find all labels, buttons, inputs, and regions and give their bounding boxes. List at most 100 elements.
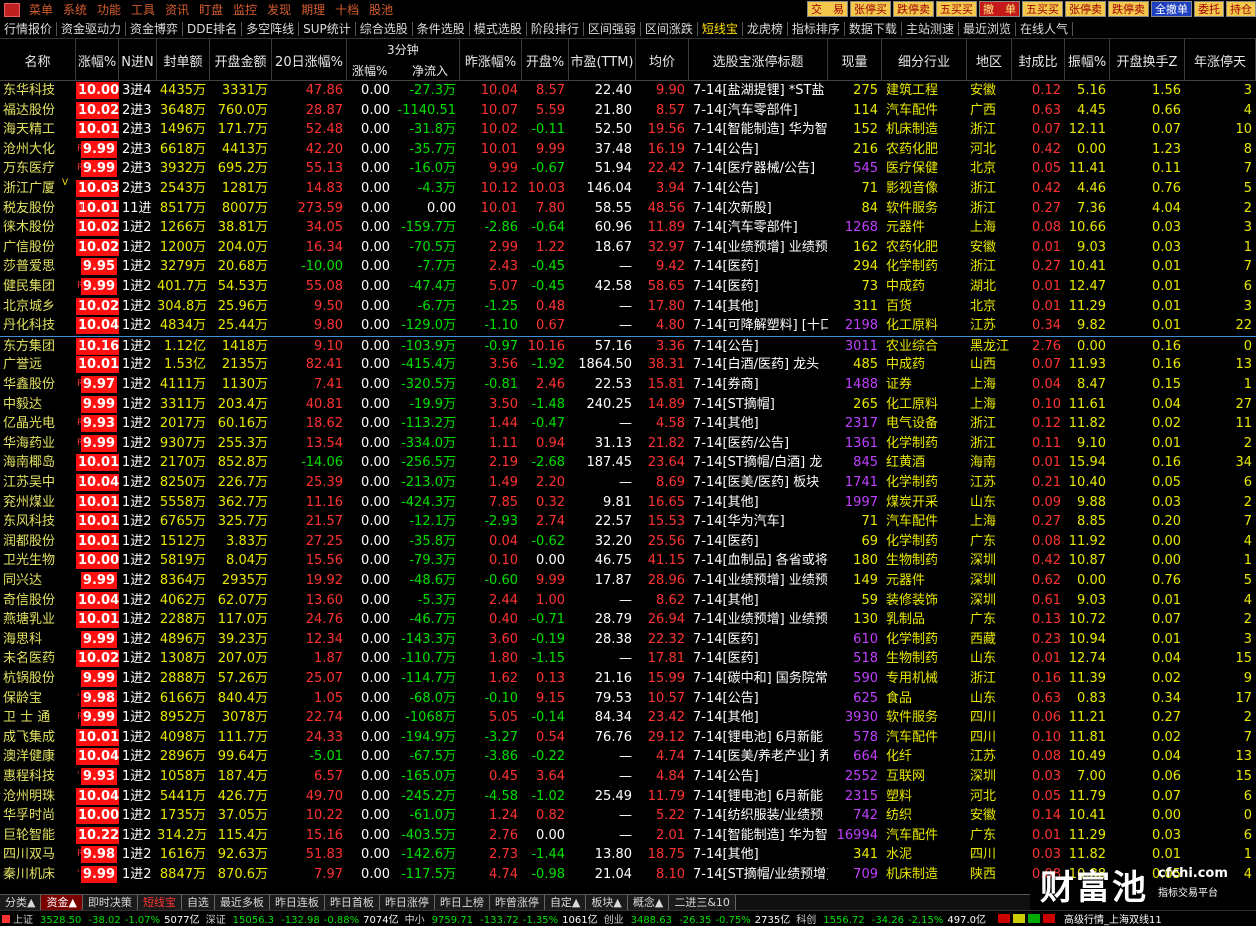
menu-item-2[interactable]: 功能 <box>92 1 126 18</box>
table-row[interactable]: 北京城乡 10.02 1进2 304.8万 25.96万 9.50 0.00 -6.7万 -1.… <box>0 297 1256 317</box>
column-header-n[interactable]: N进N <box>119 39 157 81</box>
table-row[interactable]: 卫光生物 10.00 1进2 5819万 8.04万 15.56 0.00 -79.3万 0.1… <box>0 551 1256 571</box>
table-row[interactable]: 成飞集成 10.01 1进2 4098万 111.7万 24.33 0.00 -194.9万 -… <box>0 728 1256 748</box>
bottom-tab-7[interactable]: 昨日首板 <box>324 895 380 910</box>
trade-button-5[interactable]: 五买买 <box>1022 1 1063 17</box>
column-header-chg20[interactable]: 20日涨幅% <box>272 39 347 81</box>
column-header-price[interactable]: 现量 <box>828 39 882 81</box>
table-row[interactable]: 江苏吴中 10.04 1进2 8250万 226.7万 25.39 0.00 -213.0万 1… <box>0 473 1256 493</box>
table-row[interactable]: 广誉远 10.01 1进2 1.53亿 2135万 82.41 0.00 -415.4万 3.5… <box>0 355 1256 375</box>
table-row[interactable]: 卫 士 通 9.99 1进2 8952万 3078万 22.74 0.00 -1068万 5.0… <box>0 708 1256 728</box>
table-row[interactable]: 华海药业 9.99 1进2 9307万 255.3万 13.54 0.00 -334.0万 1.… <box>0 434 1256 454</box>
column-header-industry[interactable]: 细分行业 <box>882 39 967 81</box>
column-header-seal[interactable]: 封单额 <box>157 39 210 81</box>
column-header-sealratio[interactable]: 封成比 <box>1012 39 1065 81</box>
func-tab-0[interactable]: 行情报价 <box>0 21 58 36</box>
bottom-tab-2[interactable]: 即时决策 <box>82 895 138 910</box>
func-tab-13[interactable]: 龙虎榜 <box>743 21 788 36</box>
column-header-mcap[interactable]: 市盈(TTM) <box>569 39 636 81</box>
server-status[interactable]: 高级行情_上海双线11 <box>1064 911 1162 926</box>
table-row[interactable]: 万东医疗 9.99 2进3 3932万 695.2万 55.13 0.00 -16.0万 9.9… <box>0 159 1256 179</box>
func-tab-3[interactable]: DDE排名 <box>183 21 243 36</box>
column-header-limitcnt[interactable]: 年涨停天 <box>1185 39 1256 81</box>
menu-item-10[interactable]: 股池 <box>364 1 398 18</box>
func-tab-18[interactable]: 在线人气 <box>1016 21 1073 36</box>
index-3[interactable]: 创业 3488.63 -26.35 -0.75% 2735亿 <box>604 911 791 926</box>
menu-item-5[interactable]: 盯盘 <box>194 1 228 18</box>
menu-item-4[interactable]: 资讯 <box>160 1 194 18</box>
table-row[interactable]: 同兴达 9.99 1进2 8364万 2935万 19.92 0.00 -48.6万 -0.60… <box>0 571 1256 591</box>
trade-button-4[interactable]: 撤 单 <box>979 1 1020 17</box>
bottom-tab-14[interactable]: 二进三&10 <box>669 895 736 910</box>
func-tab-17[interactable]: 最近浏览 <box>959 21 1016 36</box>
index-1[interactable]: 深证 15056.3 -132.98 -0.88% 7074亿 <box>206 911 399 926</box>
func-tab-5[interactable]: SUP统计 <box>299 21 356 36</box>
table-row[interactable]: 兖州煤业 10.01 1进2 5558万 362.7万 11.16 0.00 -424.3万 7… <box>0 493 1256 513</box>
table-row[interactable]: 莎普爱思 9.95 1进2 3279万 20.68万 -10.00 0.00 -7.7万 2.4… <box>0 257 1256 277</box>
table-row[interactable]: 中毅达 9.99 1进2 3311万 203.4万 40.81 0.00 -19.9万 3.50… <box>0 395 1256 415</box>
bottom-tab-8[interactable]: 昨日涨停 <box>379 895 435 910</box>
column-header-region[interactable]: 地区 <box>967 39 1012 81</box>
table-row[interactable]: 奇信股份 10.04 1进2 4062万 62.07万 13.60 0.00 -5.3万 2.4… <box>0 591 1256 611</box>
menu-item-0[interactable]: 菜单 <box>24 1 58 18</box>
bottom-tab-1[interactable]: 资金▲ <box>41 895 83 910</box>
func-tab-2[interactable]: 资金博弈 <box>126 21 184 36</box>
table-row[interactable]: 华鑫股份 9.97 1进2 4111万 1130万 7.41 0.00 -320.5万 -0.8… <box>0 375 1256 395</box>
trade-button-1[interactable]: 张停买 <box>850 1 891 17</box>
table-row[interactable]: 海南椰岛 10.01 1进2 2170万 852.8万 -14.06 0.00 -256.5万… <box>0 453 1256 473</box>
table-row[interactable]: 沧州明珠 10.04 1进2 5441万 426.7万 49.70 0.00 -245.2万 -… <box>0 787 1256 807</box>
table-row[interactable]: 福达股份 10.02 2进3 3648万 760.0万 28.87 0.00 -1140.51… <box>0 101 1256 121</box>
bottom-tab-13[interactable]: 概念▲ <box>627 895 670 910</box>
menu-item-3[interactable]: 工具 <box>126 1 160 18</box>
table-row[interactable]: 澳洋健康 10.04 1进2 2896万 99.64万 -5.01 0.00 -67.5万 -3… <box>0 747 1256 767</box>
bottom-tab-12[interactable]: 板块▲ <box>586 895 628 910</box>
column-header-amp[interactable]: 振幅% <box>1065 39 1110 81</box>
bottom-tab-0[interactable]: 分类▲ <box>0 895 42 910</box>
table-row[interactable]: 沧州大化 9.99 2进3 6618万 4413万 42.20 0.00 -35.7万 10.0… <box>0 140 1256 160</box>
table-row[interactable]: 惠程科技 9.93 1进2 1058万 187.4万 6.57 0.00 -165.0万 0.4… <box>0 767 1256 787</box>
trade-button-3[interactable]: 五买买 <box>936 1 977 17</box>
table-row[interactable]: 浙江广厦 10.03 2进3 2543万 1281万 14.83 0.00 -4.3万 10.1… <box>0 178 1256 199</box>
column-header-3min[interactable]: 3分钟 <box>387 41 419 58</box>
menu-item-1[interactable]: 系统 <box>58 1 92 18</box>
table-row[interactable]: 杭锅股份 9.99 1进2 2888万 57.26万 25.07 0.00 -114.7万 1.… <box>0 669 1256 689</box>
table-row[interactable]: 丹化科技 10.04 1进2 4834万 25.44万 9.80 0.00 -129.0万 -1… <box>0 316 1256 336</box>
bottom-tab-6[interactable]: 昨日连板 <box>269 895 325 910</box>
bottom-tab-3[interactable]: 短线宝 <box>137 895 182 910</box>
column-header-name[interactable]: 名称 <box>0 39 76 81</box>
table-row[interactable]: 巨轮智能 10.22 1进2 314.2万 115.4万 15.16 0.00 -403.5万… <box>0 826 1256 846</box>
column-header-open_amt[interactable]: 开盘金额 <box>210 39 272 81</box>
index-2[interactable]: 中小 9759.71 -133.72 -1.35% 1061亿 <box>405 911 598 926</box>
trade-button-9[interactable]: 委托 <box>1194 1 1224 17</box>
column-header-3min-flow[interactable]: 净流入 <box>412 62 448 79</box>
menu-item-8[interactable]: 期理 <box>296 1 330 18</box>
trade-button-2[interactable]: 跌停卖 <box>893 1 934 17</box>
table-row[interactable]: 燕塘乳业 10.01 1进2 2288万 117.0万 24.76 0.00 -46.7万 0.… <box>0 610 1256 630</box>
column-header-turn[interactable]: 开盘换手Z <box>1110 39 1185 81</box>
column-header-3min-chg[interactable]: 涨幅% <box>352 62 387 79</box>
index-4[interactable]: 科创 1556.72 -34.26 -2.15% 497.0亿 <box>796 911 986 926</box>
func-tab-1[interactable]: 资金驱动力 <box>57 21 127 36</box>
table-row[interactable]: 保龄宝 9.98 1进2 6166万 840.4万 1.05 0.00 -68.0万 -0.10… <box>0 689 1256 709</box>
column-header-openpct[interactable]: 开盘% <box>522 39 569 81</box>
bottom-tab-4[interactable]: 自选 <box>181 895 215 910</box>
func-tab-6[interactable]: 综合选股 <box>356 21 413 36</box>
func-tab-11[interactable]: 区间涨跌 <box>641 21 698 36</box>
bottom-tab-9[interactable]: 昨日上榜 <box>434 895 490 910</box>
table-row[interactable]: 健民集团 9.99 1进2 401.7万 54.53万 55.08 0.00 -47.4万 5.… <box>0 277 1256 297</box>
table-row[interactable]: 广信股份 10.02 1进2 1200万 204.0万 16.34 0.00 -70.5万 2.… <box>0 238 1256 258</box>
func-tab-8[interactable]: 模式选股 <box>470 21 527 36</box>
column-header-yest[interactable]: 昨涨幅% <box>460 39 522 81</box>
func-tab-7[interactable]: 条件选股 <box>413 21 470 36</box>
table-row[interactable]: 东方集团 10.16 1进2 1.12亿 1418万 9.10 0.00 -103.9万 -0.… <box>0 335 1256 356</box>
table-row[interactable]: 税友股份 10.01 11进 8517万 8007万 273.59 0.00 0.00 10.0… <box>0 199 1256 219</box>
column-header-chg[interactable]: 涨幅% <box>76 39 119 81</box>
bottom-tab-10[interactable]: 昨曾涨停 <box>489 895 545 910</box>
table-row[interactable]: 亿晶光电 9.93 1进2 2017万 60.16万 18.62 0.00 -113.2万 1.… <box>0 414 1256 434</box>
func-tab-4[interactable]: 多空阵线 <box>242 21 300 36</box>
menu-item-6[interactable]: 监控 <box>228 1 262 18</box>
func-tab-12[interactable]: 短线宝 <box>698 21 743 36</box>
trade-button-7[interactable]: 跌停卖 <box>1108 1 1149 17</box>
table-row[interactable]: 华孚时尚 10.00 1进2 1735万 37.05万 10.22 0.00 -61.0万 1.… <box>0 806 1256 826</box>
trade-button-8[interactable]: 全撤单 <box>1151 1 1192 17</box>
